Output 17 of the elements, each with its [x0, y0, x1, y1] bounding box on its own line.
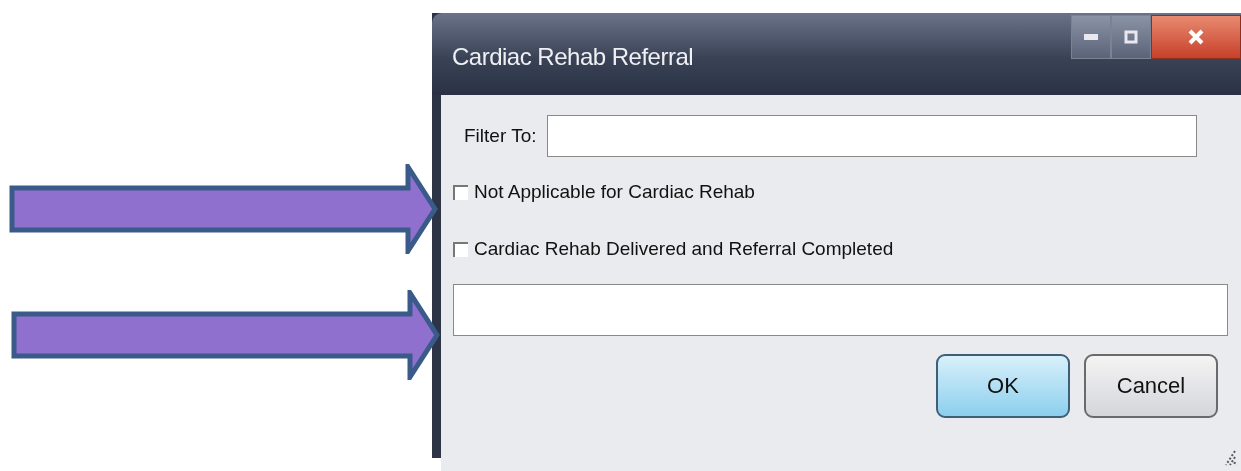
dialog-button[interactable]: Cancel — [1084, 354, 1218, 418]
window-title: Cardiac Rehab Referral — [452, 43, 694, 71]
checkbox-label: Not Applicable for Cardiac Rehab — [474, 181, 755, 203]
minimize-icon — [1084, 34, 1098, 40]
minimize-button[interactable] — [1071, 15, 1111, 59]
close-button[interactable] — [1151, 15, 1241, 59]
close-icon — [1187, 28, 1205, 46]
filter-label: Filter To: — [464, 125, 537, 147]
filter-field[interactable] — [546, 115, 1197, 157]
text-field[interactable] — [453, 284, 1228, 336]
dialog-button[interactable]: OK — [936, 354, 1070, 418]
resize-grip-icon — [1223, 449, 1237, 467]
checkbox[interactable] — [453, 184, 468, 200]
checkbox-label: Cardiac Rehab Delivered and Referral Completed — [474, 238, 894, 260]
maximize-icon — [1124, 30, 1138, 44]
maximize-button[interactable] — [1111, 15, 1151, 59]
checkbox[interactable] — [453, 241, 468, 257]
